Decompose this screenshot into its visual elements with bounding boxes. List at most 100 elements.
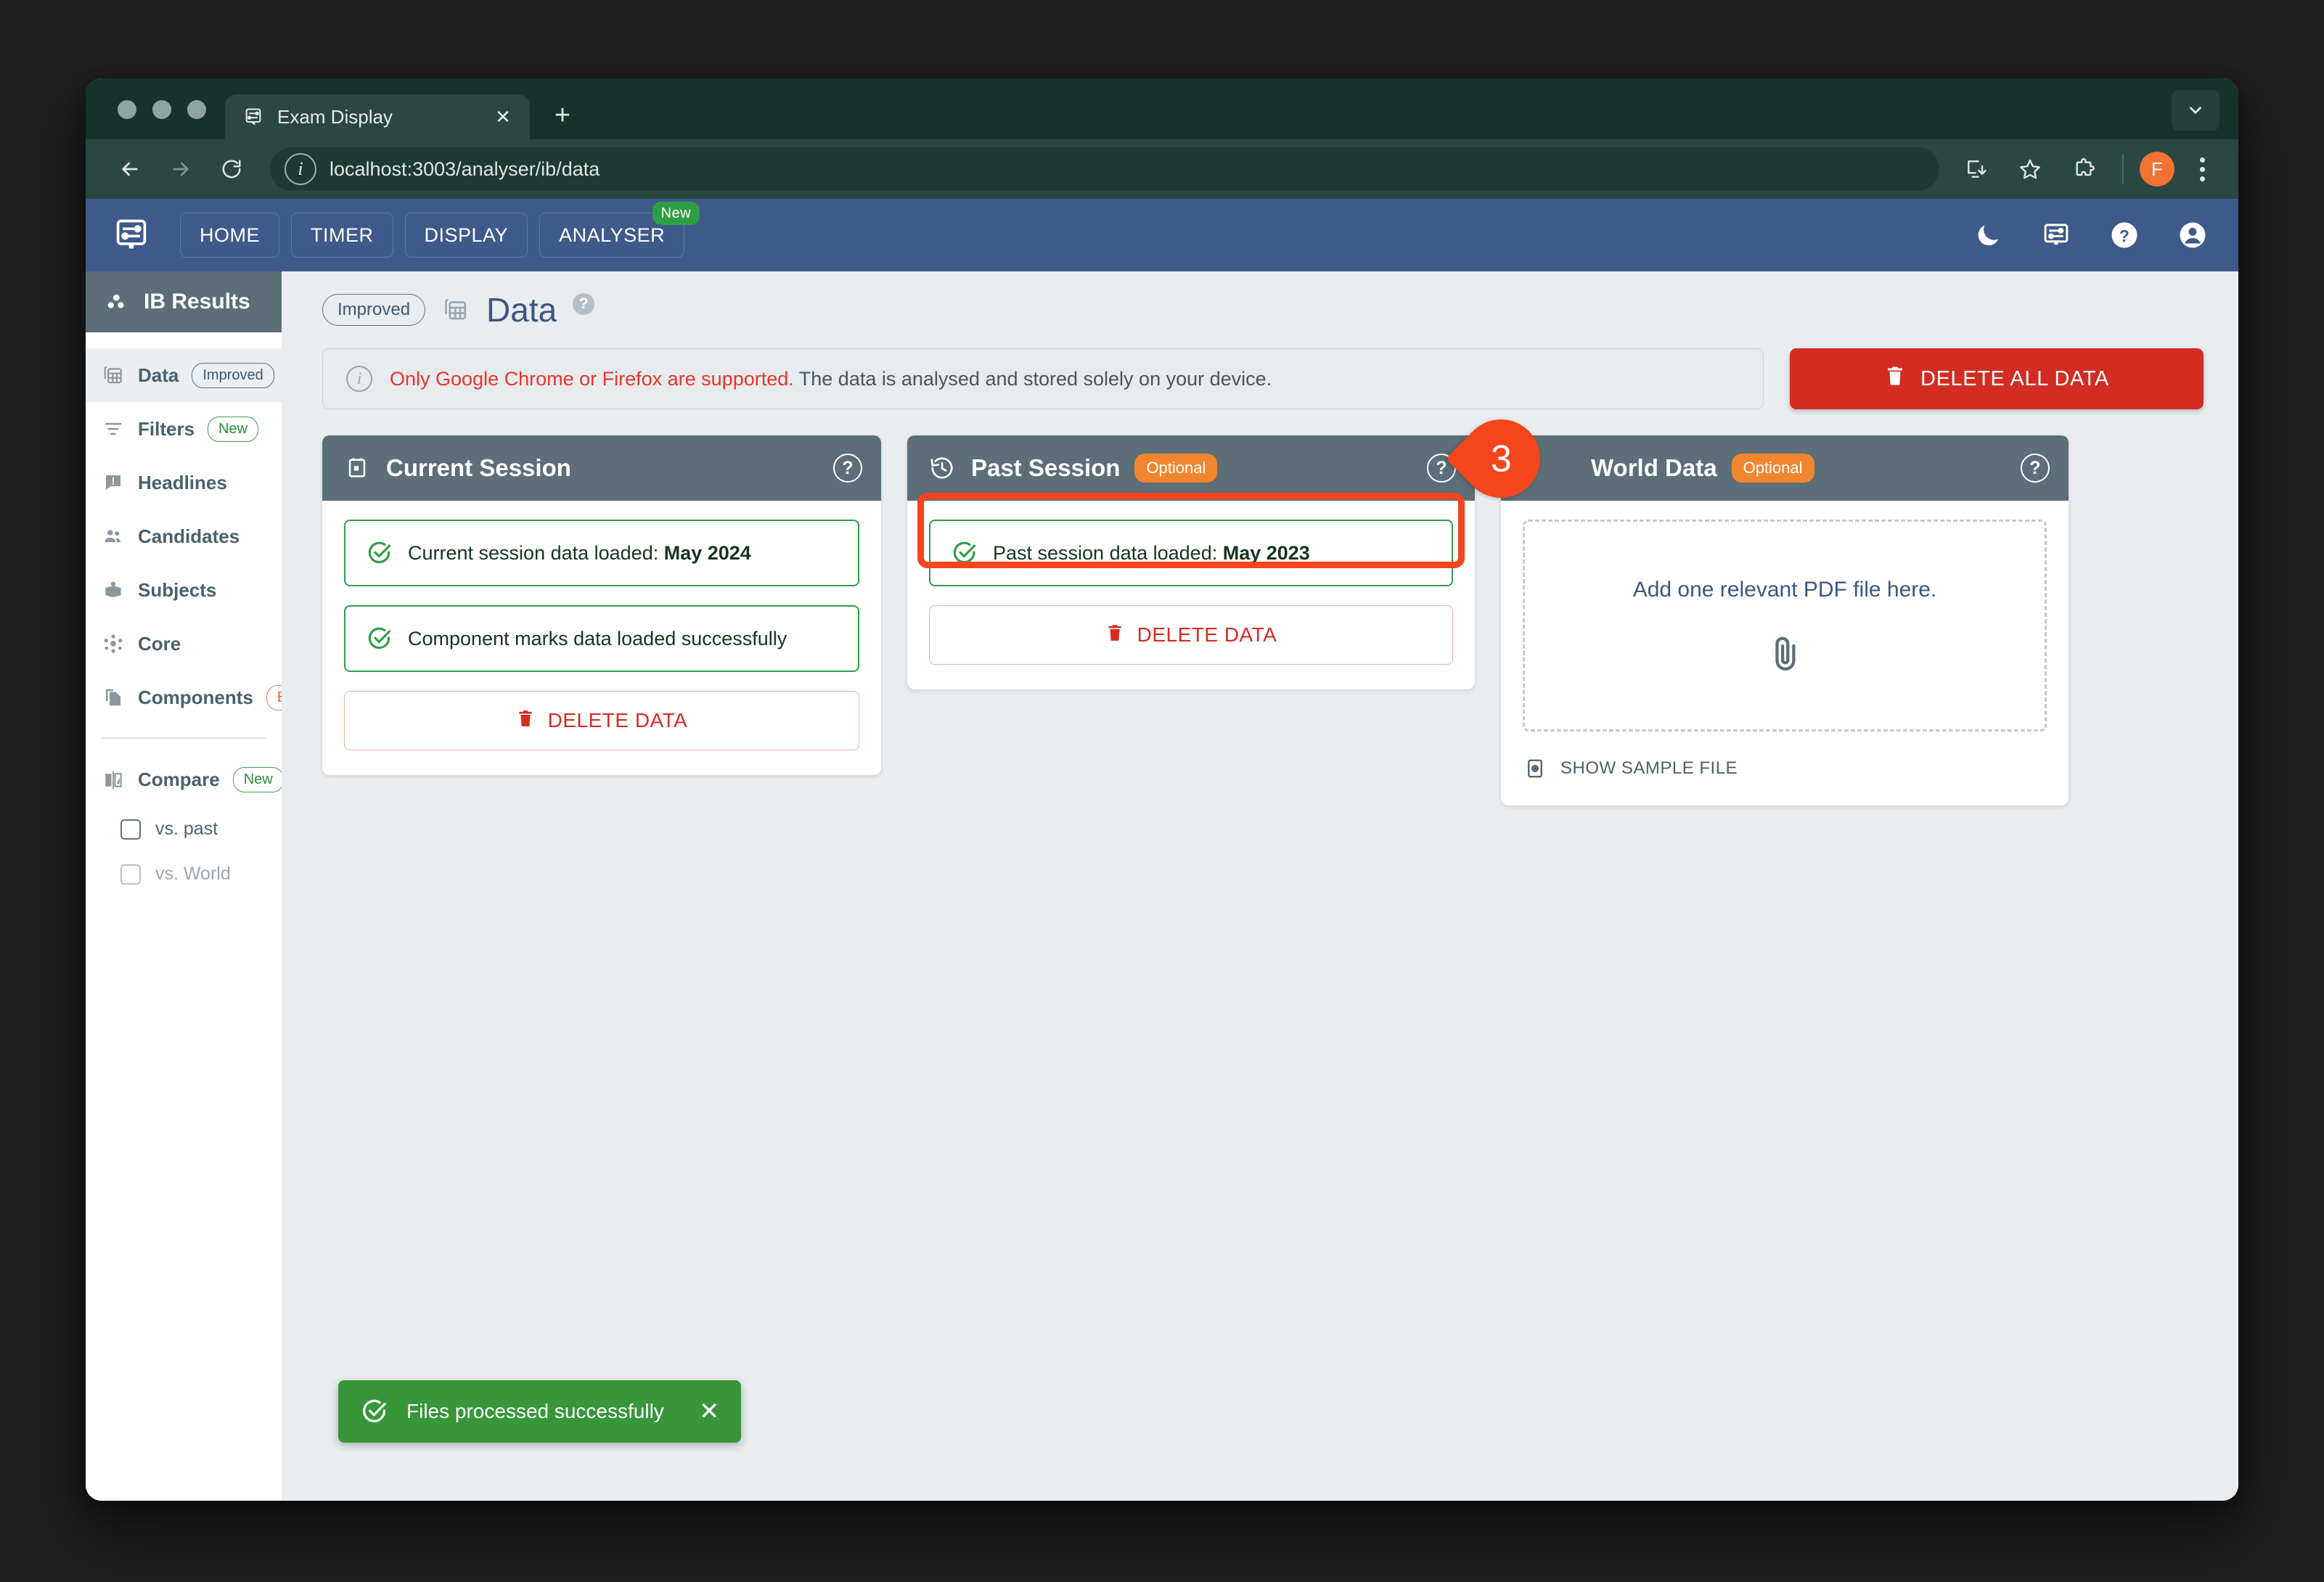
sidebar-item-compare[interactable]: Compare New [86,753,284,807]
sidebar-item-headlines[interactable]: Headlines [86,456,282,509]
delete-all-data-button[interactable]: DELETE ALL DATA [1790,348,2204,409]
info-warning-text: Only Google Chrome or Firefox are suppor… [390,367,794,390]
status-text: Current session data loaded: May 2024 [408,542,751,565]
star-icon[interactable] [2008,147,2053,192]
sidebar-item-badge: New [208,416,259,442]
address-bar[interactable]: i localhost:3003/analyser/ib/data [270,147,1939,191]
compare-option-vs-past[interactable]: vs. past [86,807,282,852]
url-text: localhost:3003/analyser/ib/data [330,157,600,180]
sidebar-item-label: Components [138,686,253,708]
nav-item-label: TIMER [311,224,374,246]
arrow-left-icon[interactable] [107,147,152,192]
sidebar-item-badge: Improved [192,362,274,388]
nav-new-badge: New [652,202,700,225]
dark-mode-icon[interactable] [1971,218,2005,252]
nav-item-home[interactable]: HOME [180,213,279,258]
question-mark-icon[interactable]: ? [573,293,595,315]
show-sample-file-button[interactable]: SHOW SAMPLE FILE [1523,756,2047,781]
reload-icon[interactable] [209,147,254,192]
status-current-session: Current session data loaded: May 2024 [344,520,859,586]
maximize-window-button[interactable] [187,100,206,119]
app-body: IB Results Data Improved Filters New Hea… [86,271,2238,1501]
chevron-down-icon[interactable] [2172,90,2219,131]
help-icon[interactable]: ? [2108,218,2141,252]
delete-data-button-past[interactable]: DELETE DATA [929,605,1453,665]
optional-badge: Optional [1731,454,1814,483]
close-icon[interactable]: ✕ [491,104,515,129]
sidebar-title: IB Results [144,290,250,313]
card-current-session: Current Session ? Current session data l… [322,435,881,775]
sidebar-item-filters[interactable]: Filters New [86,402,282,456]
nav-item-display[interactable]: DISPLAY [404,213,528,258]
check-circle-icon [366,625,393,652]
window-controls[interactable] [86,100,225,139]
sidebar-item-candidates[interactable]: Candidates [86,509,282,563]
sidebar-menu: Data Improved Filters New Headlines Cand… [86,332,319,897]
status-prefix: Past session data loaded: [993,541,1223,564]
hub-icon [102,632,125,655]
card-past-session: Past Session Optional ? Past session dat… [907,435,1475,689]
app-navbar: HOME TIMER DISPLAY ANALYSER New ? [86,199,2238,271]
sidebar-item-data[interactable]: Data Improved [86,348,282,402]
sidebar-item-label: Candidates [138,525,240,547]
status-value: May 2023 [1222,541,1310,564]
close-icon[interactable]: ✕ [699,1399,720,1424]
people-icon [102,525,125,548]
account-icon[interactable] [2176,218,2209,252]
display-settings-icon[interactable] [110,214,152,256]
check-circle-icon [951,539,978,567]
minimize-window-button[interactable] [152,100,171,119]
card-body: Past session data loaded: May 2023 DELET… [907,501,1475,689]
toolbar-divider [2122,155,2124,184]
book-icon [102,578,125,602]
status-prefix: Current session data loaded: [408,541,664,564]
new-tab-button[interactable]: + [543,96,582,135]
sidebar-item-components[interactable]: Components Beta [86,671,319,724]
sidebar-item-label: Data [138,364,179,386]
install-app-icon[interactable] [1954,147,1999,192]
arrow-right-icon[interactable] [158,147,203,192]
pdf-dropzone[interactable]: Add one relevant PDF file here. [1523,520,2047,731]
question-mark-icon[interactable]: ? [2021,454,2050,483]
nav-item-timer[interactable]: TIMER [291,213,393,258]
paperclip-icon [1764,633,1805,673]
display-settings-icon[interactable] [2039,218,2073,252]
checkbox[interactable] [120,864,141,885]
sidebar: IB Results Data Improved Filters New Hea… [86,271,319,1501]
toast-message: Files processed successfully [406,1400,664,1422]
trash-icon [1884,364,1906,394]
sidebar-header: IB Results [86,271,282,332]
compare-option-label: vs. World [155,864,231,884]
toast-notification: Files processed successfully ✕ [338,1380,742,1443]
optional-badge: Optional [1134,454,1218,483]
close-window-button[interactable] [118,100,136,119]
page-header: Improved Data ? [322,290,2204,329]
status-prefix: Component marks data loaded successfully [408,627,787,649]
nav-item-analyser[interactable]: ANALYSER New [539,202,700,258]
card-title: Current Session [386,454,571,481]
sidebar-item-core[interactable]: Core [86,617,282,671]
data-table-icon [441,295,470,324]
browser-tab[interactable]: Exam Display ✕ [225,94,530,139]
status-component-marks: Component marks data loaded successfully [344,605,859,672]
compare-option-vs-world[interactable]: vs. World [86,852,282,897]
puzzle-piece-icon[interactable] [2061,147,2106,192]
status-value: May 2024 [663,541,751,564]
avatar[interactable]: F [2140,152,2174,187]
status-text: Component marks data loaded successfully [408,628,787,650]
question-mark-icon[interactable]: ? [833,454,862,483]
display-settings-icon [242,106,264,128]
sidebar-divider [102,737,266,739]
delete-all-data-label: DELETE ALL DATA [1920,366,2109,390]
kebab-menu-icon[interactable] [2183,147,2221,192]
trash-icon [1105,622,1124,649]
top-row: i Only Google Chrome or Firefox are supp… [322,348,2204,409]
calendar-icon [343,454,372,483]
sidebar-item-badge: New [232,767,284,792]
delete-data-button-current[interactable]: DELETE DATA [344,691,859,750]
info-circle-icon[interactable]: i [285,153,316,185]
sidebar-item-subjects[interactable]: Subjects [86,563,282,617]
page-title: Data [486,291,557,329]
checkbox[interactable] [120,819,141,840]
navbar-actions: ? [1971,218,2209,252]
